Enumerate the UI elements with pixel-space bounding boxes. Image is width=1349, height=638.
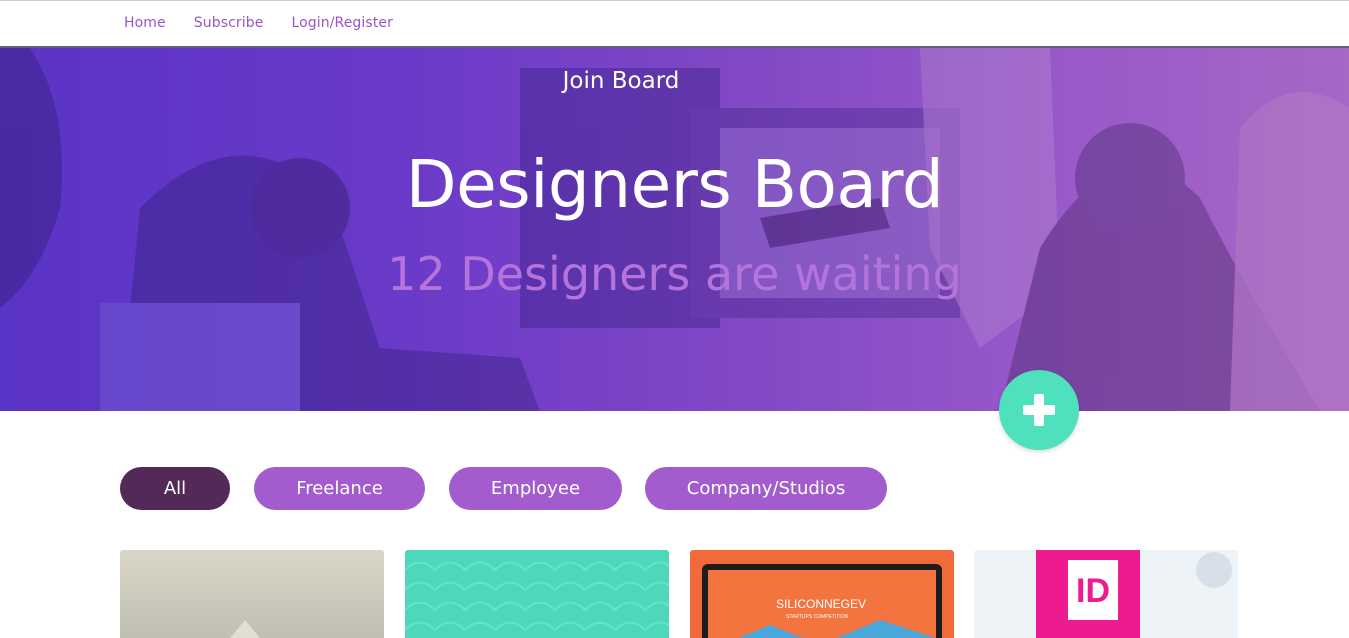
card-image xyxy=(120,550,384,638)
filter-all-button[interactable]: All xyxy=(120,467,230,510)
card-image xyxy=(405,550,669,638)
designer-card[interactable]: ID xyxy=(974,550,1238,638)
plus-icon-vertical xyxy=(1034,394,1044,426)
add-button[interactable] xyxy=(999,370,1079,450)
hero-banner: Join Board Designers Board 12 Designers … xyxy=(0,48,1349,411)
card-logo-text: ID xyxy=(1076,572,1110,610)
designer-card[interactable]: SILICONNEGEV STARTUPS COMPETITION xyxy=(690,550,954,638)
join-board-label[interactable]: Join Board xyxy=(0,68,1242,94)
main-nav: Home Subscribe Login/Register xyxy=(124,15,421,31)
card-heading-text: SILICONNEGEV xyxy=(776,597,866,611)
filter-employee-button[interactable]: Employee xyxy=(449,467,622,510)
designer-card[interactable] xyxy=(405,550,669,638)
nav-subscribe-link[interactable]: Subscribe xyxy=(194,15,264,31)
hero-background-photo xyxy=(0,48,1349,411)
card-image: SILICONNEGEV STARTUPS COMPETITION xyxy=(690,550,954,638)
top-navbar: Home Subscribe Login/Register xyxy=(0,0,1349,48)
filter-freelance-button[interactable]: Freelance xyxy=(254,467,425,510)
nav-home-link[interactable]: Home xyxy=(124,15,166,31)
card-subheading-text: STARTUPS COMPETITION xyxy=(786,614,849,620)
nav-login-register-link[interactable]: Login/Register xyxy=(291,15,393,31)
filter-company-studios-button[interactable]: Company/Studios xyxy=(645,467,887,510)
designers-waiting-count: 12 Designers are waiting xyxy=(387,247,962,301)
page-title: Designers Board xyxy=(405,146,944,223)
designer-card[interactable] xyxy=(120,550,384,638)
card-image: ID xyxy=(974,550,1238,638)
